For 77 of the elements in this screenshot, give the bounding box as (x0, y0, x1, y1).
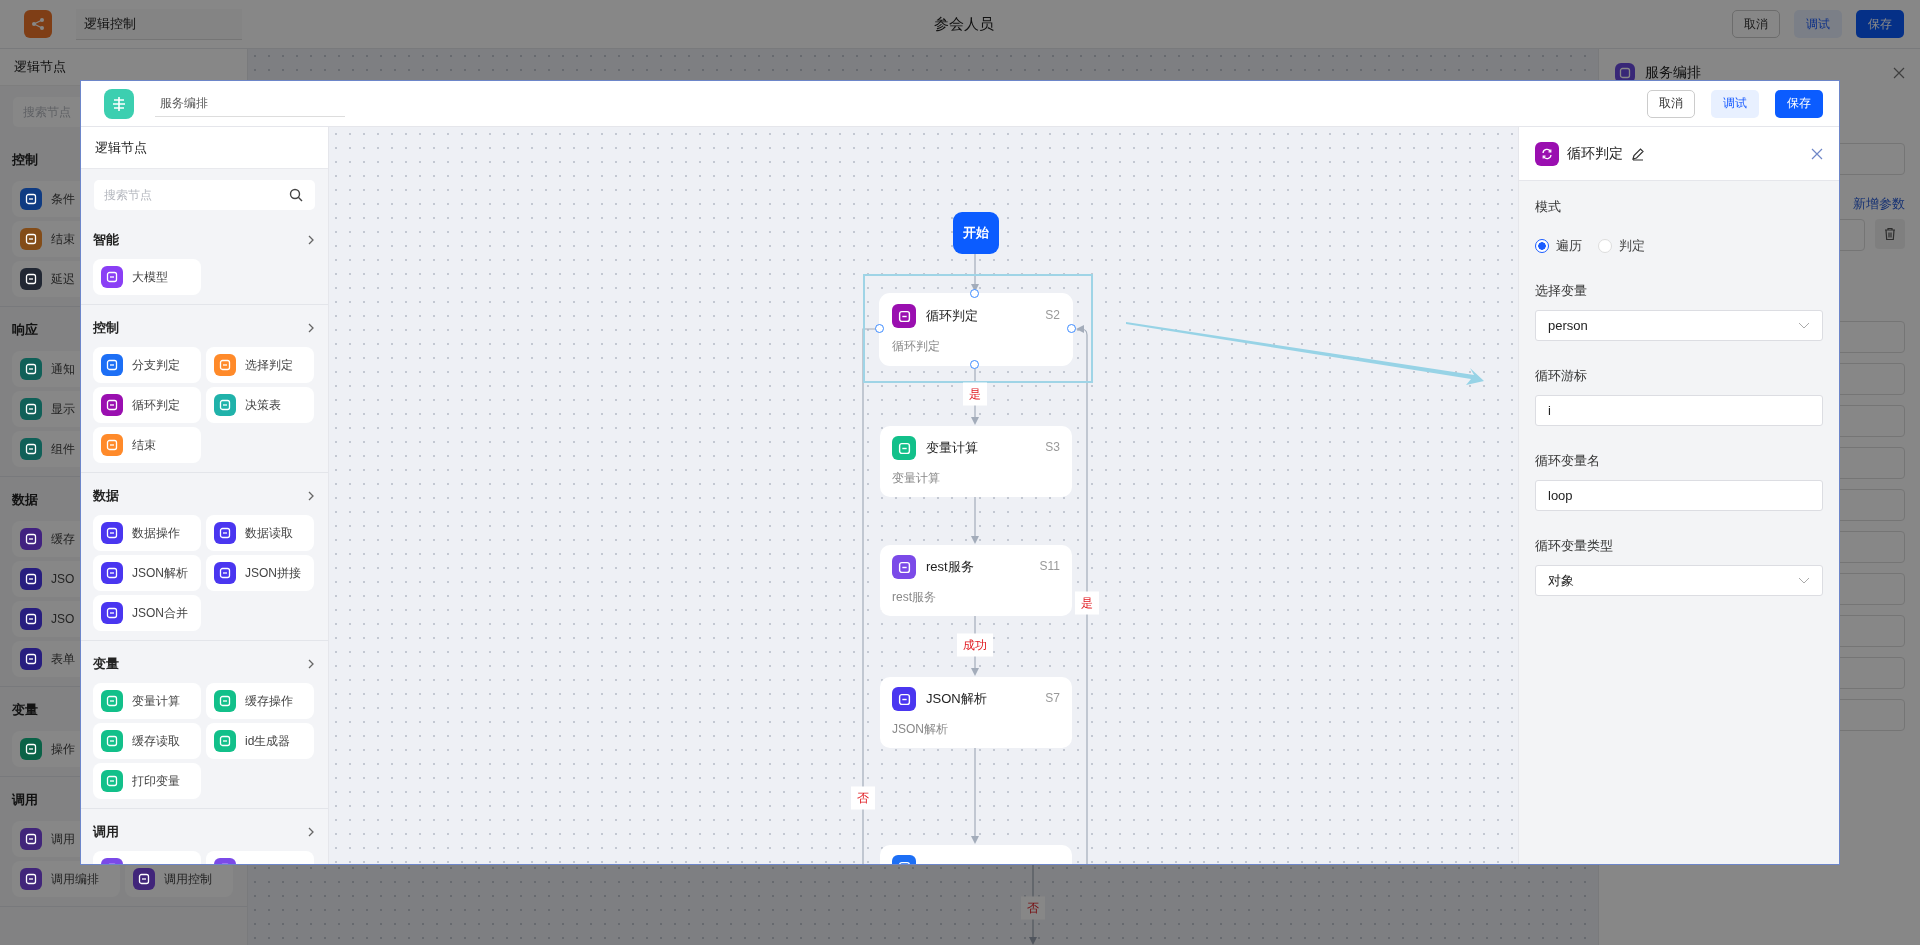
field-label: 循环变量名 (1535, 452, 1601, 470)
close-icon[interactable] (1811, 147, 1823, 160)
select-field[interactable]: 对象 (1535, 565, 1823, 596)
start-node[interactable]: 开始 (953, 212, 999, 254)
node-item[interactable]: 数据读取 (206, 515, 314, 551)
group-title: 调用 (12, 791, 38, 809)
group-title: 数据 (12, 491, 38, 509)
node-item[interactable]: 选择判定 (206, 347, 314, 383)
field-label: 模式 (1535, 198, 1562, 216)
group-title: 数据 (93, 487, 119, 505)
radio-option[interactable]: 遍历 (1535, 237, 1582, 255)
chevron-right-icon[interactable] (307, 491, 315, 501)
field-label: 循环变量类型 (1535, 537, 1614, 555)
field-label: 循环游标 (1535, 367, 1588, 385)
node-item[interactable]: 调用编排 (12, 861, 120, 897)
node-item[interactable]: 大模型 (93, 259, 201, 295)
node-item[interactable]: JSON解析 (93, 555, 201, 591)
edge-label: 否 (851, 786, 875, 810)
node-item[interactable]: 缓存读取 (93, 723, 201, 759)
group-title: 响应 (12, 321, 38, 339)
add-parameter-link[interactable]: 新增参数 (1853, 195, 1905, 213)
dialog-button[interactable]: 调试 (1711, 89, 1759, 118)
node-item[interactable]: 决策表 (206, 387, 314, 423)
node-item[interactable]: 循环判定 (93, 387, 201, 423)
input-field[interactable]: i (1535, 395, 1823, 426)
toolbar-button[interactable]: 保存 (1856, 10, 1904, 38)
group-title: 控制 (93, 319, 119, 337)
node-item[interactable]: 结束 (93, 427, 201, 463)
group-title: 调用 (93, 823, 119, 841)
chevron-right-icon[interactable] (307, 235, 315, 245)
edge-label: 成功 (957, 633, 993, 657)
node-item[interactable]: 变量计算 (93, 683, 201, 719)
flow-node[interactable]: 循环判定 S2 循环判定 (880, 294, 1072, 365)
group-title: 变量 (93, 655, 119, 673)
logo-icon (104, 88, 134, 119)
connector-arrow (971, 496, 979, 544)
group-title: 智能 (93, 231, 119, 249)
dialog-button[interactable]: 取消 (1647, 89, 1695, 118)
edge-label: 是 (1075, 591, 1099, 615)
connection-port[interactable] (970, 289, 979, 298)
flow-node[interactable]: JSON解析 S7 JSON解析 (880, 677, 1072, 748)
edge-label: 否 (1021, 896, 1045, 920)
chevron-down-icon (1798, 576, 1810, 585)
logo-icon (24, 10, 52, 38)
chevron-down-icon (1798, 321, 1810, 330)
node-item[interactable]: id生成器 (206, 723, 314, 759)
chevron-right-icon[interactable] (307, 659, 315, 669)
input-field[interactable]: loop (1535, 480, 1823, 511)
flow-node[interactable]: 变量计算 S3 变量计算 (880, 426, 1072, 497)
select-field[interactable]: person (1535, 310, 1823, 341)
toolbar-button[interactable]: 取消 (1732, 10, 1780, 38)
panel-title: 循环判定 (1567, 144, 1623, 163)
node-item[interactable]: JSON拼接 (206, 555, 314, 591)
node-item[interactable]: 数据操作 (93, 515, 201, 551)
field-label: 选择变量 (1535, 282, 1588, 300)
node-item[interactable]: 打印变量 (93, 763, 201, 799)
radio-option[interactable]: 判定 (1598, 237, 1645, 255)
chevron-right-icon[interactable] (307, 323, 315, 333)
flow-node[interactable]: rest服务 S11 rest服务 (880, 545, 1072, 616)
chevron-right-icon[interactable] (307, 827, 315, 837)
group-title: 控制 (12, 151, 38, 169)
pencil-icon[interactable] (1631, 146, 1645, 161)
close-icon[interactable] (1893, 67, 1905, 79)
dialog-button[interactable]: 保存 (1775, 89, 1823, 118)
search-icon (289, 188, 303, 202)
page-title: 参会人员 (934, 14, 994, 34)
panel-title: 逻辑节点 (81, 127, 328, 169)
trash-icon (1883, 227, 1897, 241)
panel-title: 服务编排 (1645, 64, 1702, 82)
node-item[interactable]: 分支判定 (93, 347, 201, 383)
edge-label: 是 (963, 382, 987, 406)
group-title: 变量 (12, 701, 38, 719)
node-item[interactable]: 缓存操作 (206, 683, 314, 719)
delete-button[interactable] (1875, 219, 1905, 249)
connector-arrow (971, 253, 979, 292)
title-field[interactable]: 服务编排 (155, 90, 345, 117)
node-item[interactable]: JSON合并 (93, 595, 201, 631)
